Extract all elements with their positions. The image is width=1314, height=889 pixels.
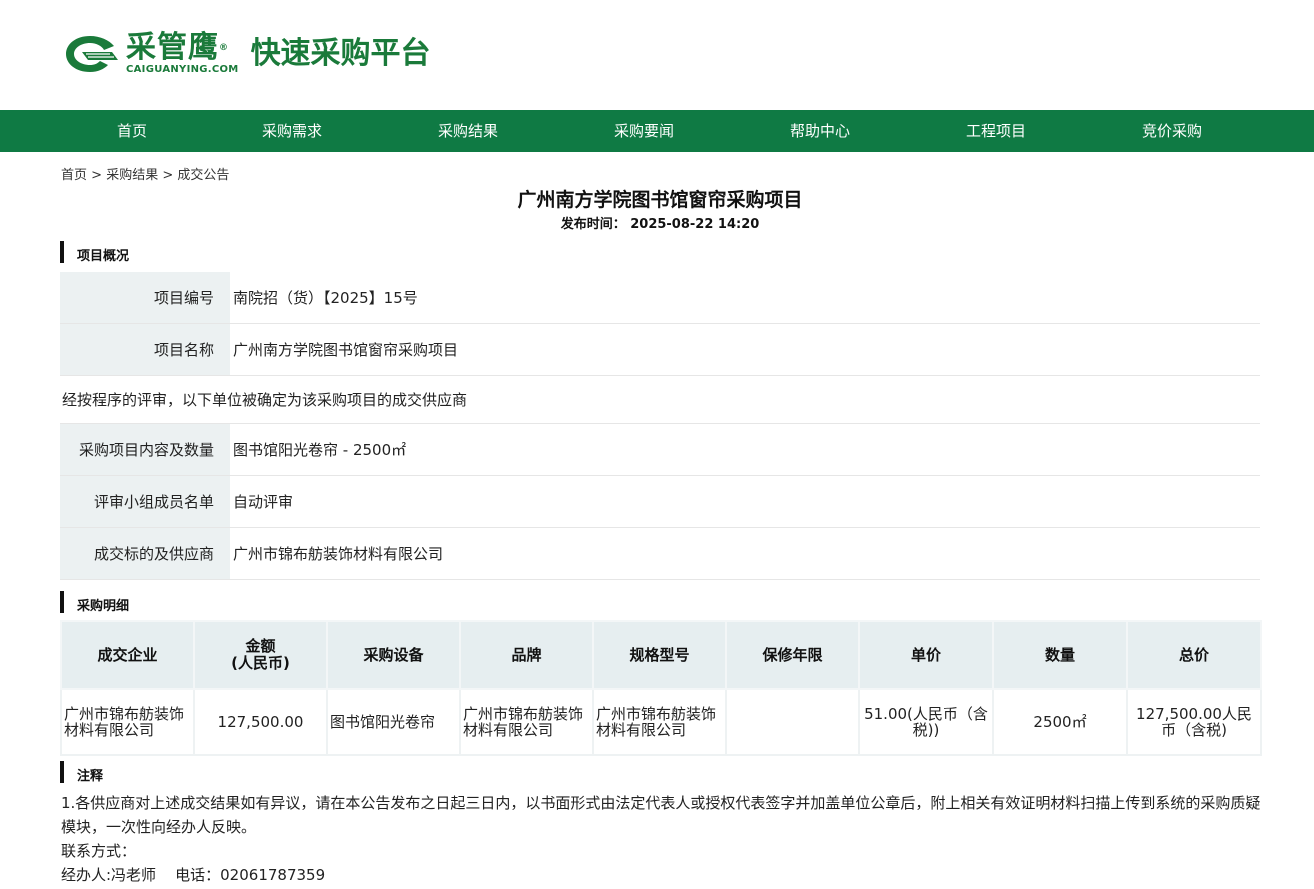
info-row-project-name: 项目名称 广州南方学院图书馆窗帘采购项目: [60, 324, 1260, 376]
table-cell: [725, 688, 860, 756]
column-header: 金额 (人民币): [193, 620, 328, 690]
section-title: 采购明细: [77, 599, 130, 614]
site-logo[interactable]: 采管鹰® CAIGUANYING.COM 快速采购平台: [62, 30, 431, 78]
nav-procurement-results[interactable]: 采购结果: [438, 110, 498, 152]
table-cell: 2500㎡: [992, 688, 1128, 756]
breadcrumb-separator: >: [91, 168, 103, 183]
breadcrumb-announcement[interactable]: 成交公告: [177, 168, 229, 183]
section-overview: 项目概况: [60, 237, 1260, 269]
info-value: 广州南方学院图书馆窗帘采购项目: [233, 341, 459, 359]
contact-phone: 电话：02061787359: [175, 866, 326, 884]
info-row-project-no: 项目编号 南院招（货）【2025】15号: [60, 272, 1260, 324]
table-cell: 广州市锦布舫装饰材料有限公司: [459, 688, 594, 756]
info-row-winner: 成交标的及供应商 广州市锦布舫装饰材料有限公司: [60, 528, 1260, 580]
column-header: 单价: [858, 620, 994, 690]
section-bar: [60, 761, 64, 783]
info-label: 项目编号: [60, 272, 230, 323]
publish-time-value: 2025-08-22 14:20: [630, 217, 760, 232]
info-value: 图书馆阳光卷帘 - 2500㎡: [233, 441, 407, 459]
info-row-statement: 经按程序的评审，以下单位被确定为该采购项目的成交供应商: [60, 376, 1260, 424]
main-nav: 首页 采购需求 采购结果 采购要闻 帮助中心 工程项目 竞价采购: [0, 110, 1314, 152]
info-row-content: 采购项目内容及数量 图书馆阳光卷帘 - 2500㎡: [60, 424, 1260, 476]
table-row: 广州市锦布舫装饰材料有限公司 127,500.00 图书馆阳光卷帘 广州市锦布舫…: [60, 688, 1262, 756]
nav-home[interactable]: 首页: [117, 110, 147, 152]
info-label: 成交标的及供应商: [60, 528, 230, 579]
section-title: 项目概况: [77, 249, 130, 264]
breadcrumb-home[interactable]: 首页: [61, 168, 87, 183]
column-header: 规格型号: [592, 620, 727, 690]
table-cell: 广州市锦布舫装饰材料有限公司: [592, 688, 727, 756]
brand-name: 采管鹰: [126, 30, 219, 65]
contact-agent: 经办人:冯老师: [61, 866, 157, 884]
registered-mark: ®: [219, 43, 229, 53]
table-cell: 127,500.00: [193, 688, 328, 756]
column-header: 保修年限: [725, 620, 860, 690]
section-bar: [60, 241, 64, 263]
table-header-row: 成交企业 金额 (人民币) 采购设备 品牌 规格型号 保修年限 单价 数量 总价: [60, 620, 1262, 690]
info-value: 广州市锦布舫装饰材料有限公司: [233, 545, 444, 563]
site-header: 采管鹰® CAIGUANYING.COM 快速采购平台: [0, 0, 1314, 110]
contact-info: 经办人:冯老师 电话：02061787359: [61, 863, 1261, 887]
publish-time-label: 发布时间：: [560, 217, 626, 232]
section-notes: 注释: [60, 757, 1260, 789]
nav-procurement-demand[interactable]: 采购需求: [262, 110, 322, 152]
column-header: 总价: [1126, 620, 1262, 690]
publish-time: 发布时间： 2025-08-22 14:20: [0, 213, 1314, 232]
column-header: 数量: [992, 620, 1128, 690]
info-value: 南院招（货）【2025】15号: [233, 289, 418, 307]
breadcrumb-results[interactable]: 采购结果: [106, 168, 158, 183]
nav-bidding[interactable]: 竞价采购: [1142, 110, 1202, 152]
nav-procurement-news[interactable]: 采购要闻: [614, 110, 674, 152]
section-details: 采购明细: [60, 587, 1260, 619]
info-label: 项目名称: [60, 324, 230, 375]
column-header: 采购设备: [326, 620, 461, 690]
contact-label: 联系方式：: [61, 842, 137, 860]
note-objection: 1.各供应商对上述成交结果如有异议，请在本公告发布之日起三日内，以书面形式由法定…: [61, 794, 1261, 836]
info-row-panel: 评审小组成员名单 自动评审: [60, 476, 1260, 528]
breadcrumb: 首页 > 采购结果 > 成交公告: [61, 164, 229, 183]
details-table: 成交企业 金额 (人民币) 采购设备 品牌 规格型号 保修年限 单价 数量 总价…: [60, 620, 1262, 756]
column-header: 成交企业: [60, 620, 195, 690]
table-cell: 广州市锦布舫装饰材料有限公司: [60, 688, 195, 756]
section-title: 注释: [77, 769, 104, 784]
section-bar: [60, 591, 64, 613]
info-label: 评审小组成员名单: [60, 476, 230, 527]
info-label: 采购项目内容及数量: [60, 424, 230, 475]
platform-title: 快速采购平台: [250, 36, 431, 71]
breadcrumb-separator: >: [162, 168, 174, 183]
nav-help-center[interactable]: 帮助中心: [790, 110, 850, 152]
info-value: 自动评审: [233, 493, 294, 511]
award-statement: 经按程序的评审，以下单位被确定为该采购项目的成交供应商: [62, 391, 468, 409]
column-header: 品牌: [459, 620, 594, 690]
brand-domain: CAIGUANYING.COM: [126, 64, 239, 75]
nav-engineering-projects[interactable]: 工程项目: [966, 110, 1026, 152]
table-cell: 127,500.00人民币（含税): [1126, 688, 1262, 756]
eagle-logo-icon: [62, 32, 120, 76]
page-title: 广州南方学院图书馆窗帘采购项目: [517, 189, 803, 211]
table-cell: 51.00(人民币（含税)): [858, 688, 994, 756]
table-cell: 图书馆阳光卷帘: [326, 688, 461, 756]
